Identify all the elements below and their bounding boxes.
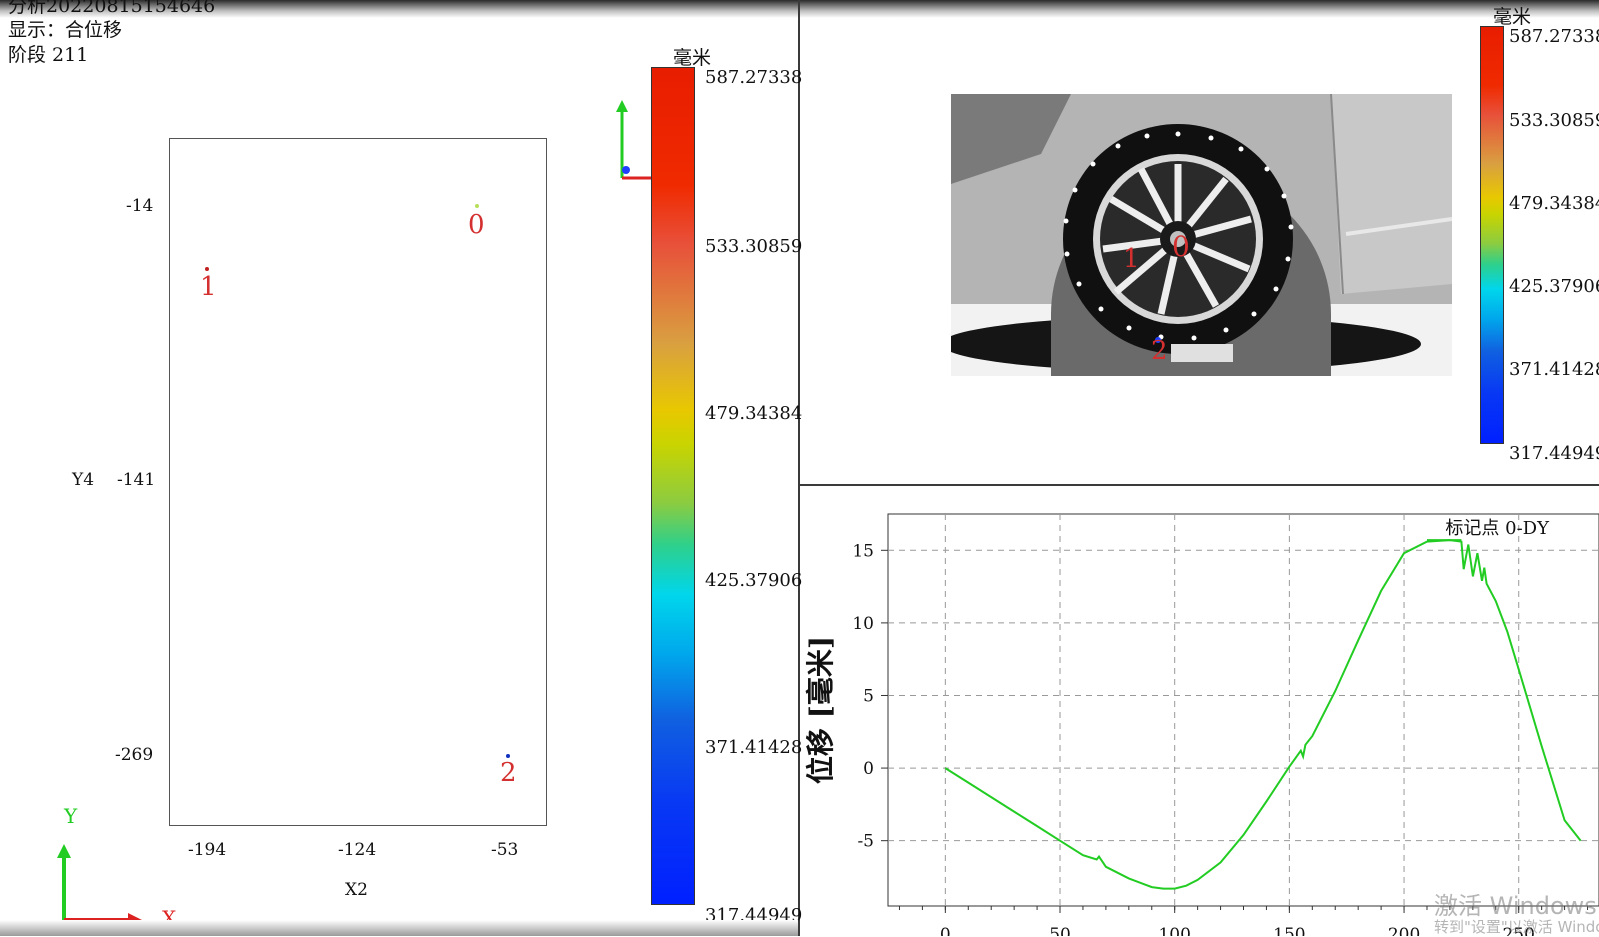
y-tick: -269	[115, 745, 154, 765]
display-mode: 显示：合位移	[8, 19, 123, 41]
left-view-bottom-strip	[0, 920, 798, 936]
x-axis-label: X2	[345, 880, 368, 900]
x-tick-label: 0	[940, 925, 951, 936]
marker-point-0[interactable]	[475, 204, 479, 208]
colorbar-tick: 425.37906	[705, 570, 803, 591]
colorbar-tick: 317.44949	[1509, 443, 1599, 464]
colorbar-left	[651, 67, 695, 905]
y-tick-label: 5	[863, 686, 874, 706]
colorbar-tick: 533.30859	[705, 236, 803, 257]
wheel-photo	[951, 94, 1452, 376]
marker-label-2: 2	[500, 758, 517, 788]
photo-marker-label-1: 1	[1123, 244, 1140, 274]
colorbar-tick: 371.41428	[705, 737, 803, 758]
stage-label: 阶段 211	[8, 44, 89, 66]
y-tick: -141	[117, 470, 156, 490]
x-tick-label: 100	[1158, 925, 1190, 936]
triad-y-arrow	[616, 100, 628, 112]
displacement-chart[interactable]: 0 50 100 150 200 250151050-5位移 [毫米]标记点 0-DY	[800, 486, 1599, 936]
photo-marker-label-2: 2	[1151, 336, 1168, 366]
x-tick-label: 200	[1388, 925, 1420, 936]
colorbar-unit: 毫米	[1493, 6, 1532, 28]
activation-watermark-hint: 转到"设置"以激活 Windows。	[1434, 918, 1599, 936]
colorbar-tick: 479.34384	[1509, 193, 1599, 214]
y-tick-label: -5	[857, 832, 874, 852]
colorbar-tick: 479.34384	[705, 403, 803, 424]
x-tick: -124	[338, 840, 377, 860]
triad-y-label: Y	[64, 804, 78, 828]
triad-z-axis	[622, 166, 630, 174]
analysis-name: 分析20220815154646	[8, 0, 216, 17]
x-tick-label: 50	[1049, 925, 1071, 936]
points-plot-area[interactable]	[169, 138, 547, 826]
colorbar-tick: 587.27338	[705, 67, 803, 88]
y-tick-label: 10	[852, 614, 874, 634]
chart-plot-area	[887, 513, 1599, 907]
y-tick-label: 15	[852, 541, 874, 561]
y-tick-label: 0	[863, 759, 874, 779]
y-tick: -14	[126, 196, 154, 216]
marker-label-0: 0	[468, 210, 485, 240]
camera-image[interactable]: 0 1 2	[951, 94, 1452, 376]
colorbar-right	[1480, 26, 1504, 444]
colorbar-tick: 371.41428	[1509, 359, 1599, 380]
x-tick-label: 150	[1273, 925, 1305, 936]
y-axis-label: 位移 [毫米]	[804, 636, 837, 784]
triad-y-arrow	[57, 844, 71, 858]
photo-marker-label-0: 0	[1172, 230, 1190, 263]
x-tick: -53	[491, 840, 519, 860]
marker-label-1: 1	[200, 272, 217, 302]
colorbar-tick: 587.27338	[1509, 26, 1599, 47]
colorbar-unit: 毫米	[673, 47, 712, 69]
x-tick: -194	[188, 840, 227, 860]
colorbar-tick: 533.30859	[1509, 110, 1599, 131]
y-axis-label: Y4	[72, 470, 95, 490]
colorbar-tick: 425.37906	[1509, 276, 1599, 297]
marker-point-1[interactable]	[205, 267, 209, 271]
legend-label: 标记点 0-DY	[1445, 518, 1550, 539]
